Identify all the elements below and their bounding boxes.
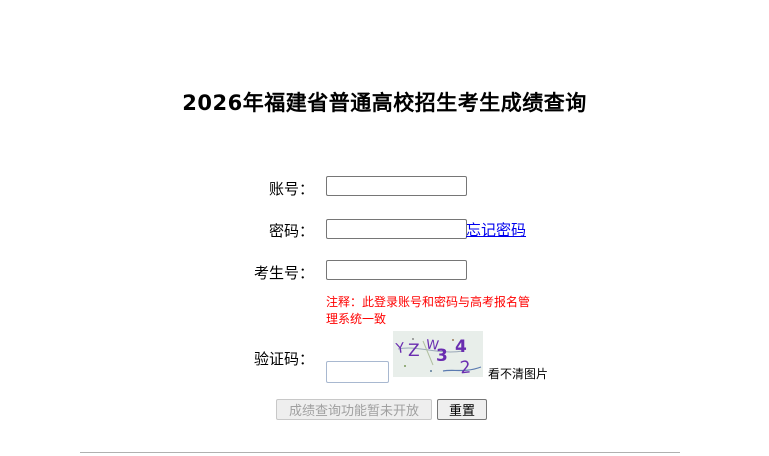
captcha-char: 3 — [436, 346, 448, 366]
reset-button[interactable]: 重置 — [437, 399, 487, 420]
login-page: 2026年福建省普通高校招生考生成绩查询 账号： 密码： 忘记密码 考生号： 注… — [0, 0, 769, 456]
captcha-image[interactable]: Y Z W 3 4 2 — [393, 331, 483, 378]
password-input[interactable] — [326, 219, 467, 239]
account-input[interactable] — [326, 176, 467, 196]
captcha-char: 2 — [459, 357, 472, 377]
captcha-refresh-link[interactable]: 看不清图片 — [488, 365, 548, 382]
exam-number-label: 考生号： — [253, 264, 314, 282]
captcha-char: 4 — [455, 337, 467, 357]
exam-number-input[interactable] — [326, 260, 467, 280]
login-note: 注释：此登录账号和密码与高考报名管理系统一致 — [326, 295, 531, 326]
query-button[interactable]: 成绩查询功能暂未开放 — [276, 399, 432, 420]
forgot-password-link[interactable]: 忘记密码 — [466, 219, 526, 240]
bottom-divider — [80, 452, 680, 453]
captcha-label: 验证码： — [253, 350, 314, 368]
captcha-input[interactable] — [326, 361, 389, 383]
captcha-svg: Y Z W 3 4 2 — [393, 331, 483, 378]
account-label: 账号： — [268, 180, 314, 198]
password-label: 密码： — [268, 222, 314, 240]
captcha-char: Z — [408, 341, 420, 361]
page-title: 2026年福建省普通高校招生考生成绩查询 — [182, 91, 587, 115]
